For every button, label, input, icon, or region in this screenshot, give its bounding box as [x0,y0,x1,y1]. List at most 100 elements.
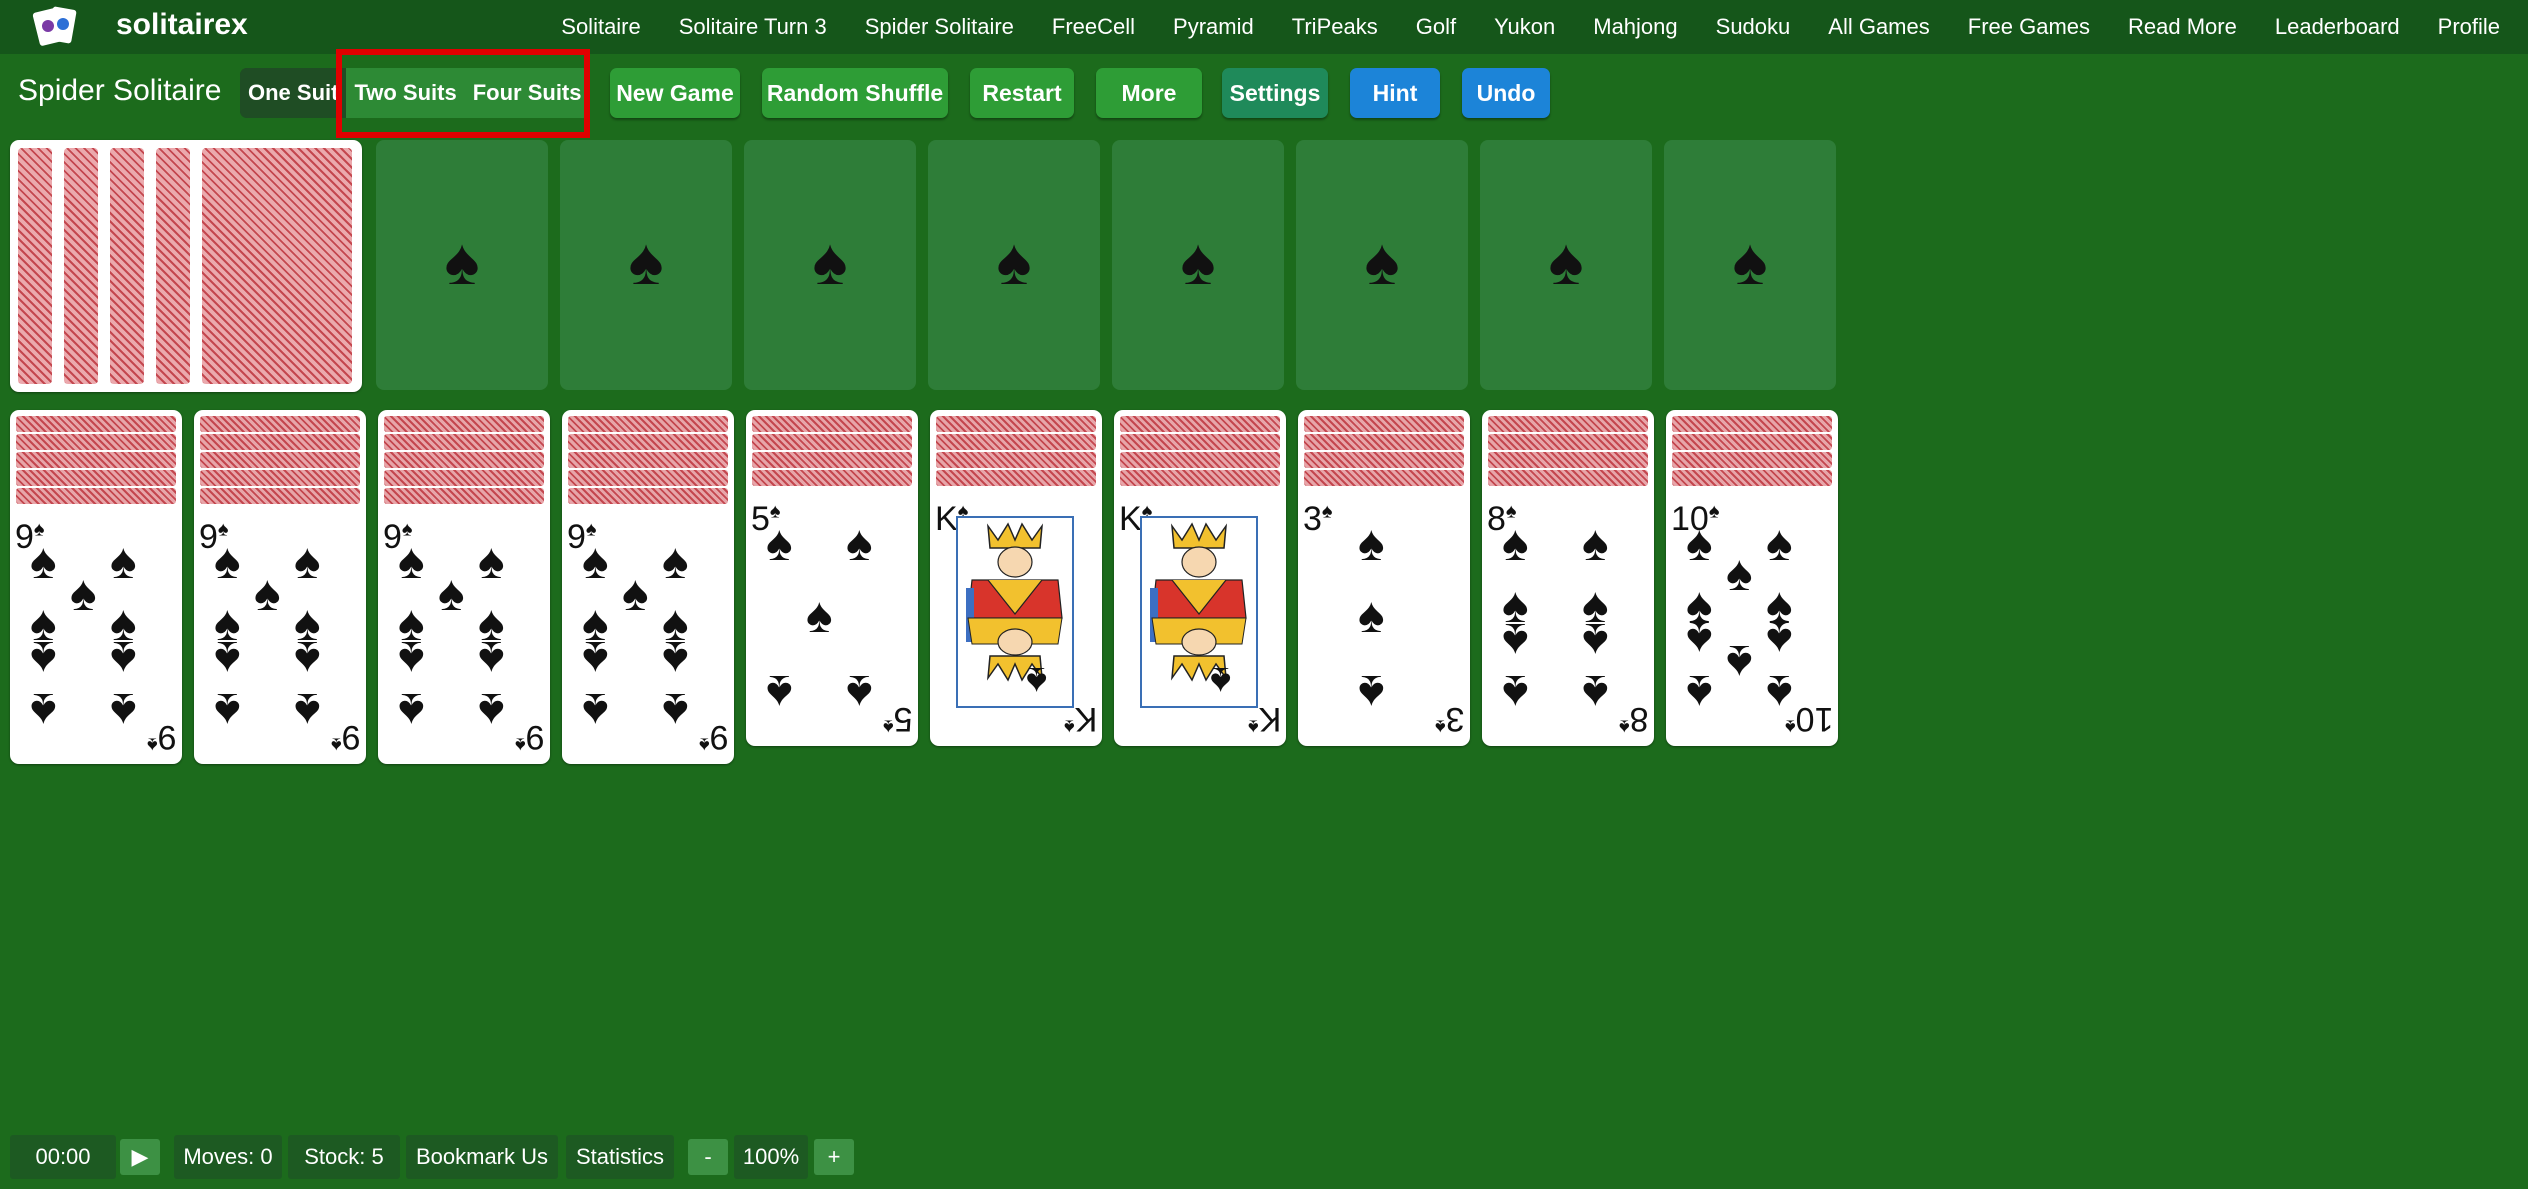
face-down-card [16,452,176,468]
spade-icon: ♠ [294,533,321,589]
nav-leaderboard[interactable]: Leaderboard [2275,14,2400,40]
spade-icon: ♠ [110,683,137,739]
face-up-card[interactable]: K♠ K♠ ♠ [930,496,1102,742]
face-down-card [16,470,176,486]
face-down-card [1672,416,1832,432]
foundation-slot[interactable]: ♠ [1664,140,1836,390]
face-down-card [1488,416,1648,432]
spade-icon: ♠ [398,683,425,739]
new-game-button[interactable]: New Game [610,68,740,118]
stock-pile[interactable] [10,140,362,392]
play-button[interactable]: ▶ [120,1139,160,1175]
tableau-column[interactable]: 9♠ 9♠ ♠ ♠ ♠ ♠ ♠ ♠ ♠ ♠ ♠ [10,410,182,764]
timer: 00:00 [10,1135,116,1179]
foundation-slot[interactable]: ♠ [1480,140,1652,390]
nav-profile[interactable]: Profile [2438,14,2500,40]
tableau-column[interactable]: 9♠ 9♠ ♠ ♠ ♠ ♠ ♠ ♠ ♠ ♠ ♠ [194,410,366,764]
tableau-column[interactable]: 8♠ 8♠ ♠ ♠ ♠ ♠ ♠ ♠ ♠ ♠ [1482,410,1654,746]
face-down-card [936,470,1096,486]
nav-links: Solitaire Solitaire Turn 3 Spider Solita… [561,0,2500,54]
face-up-card[interactable]: 8♠ 8♠ ♠ ♠ ♠ ♠ ♠ ♠ ♠ ♠ [1482,496,1654,742]
more-button[interactable]: More [1096,68,1202,118]
spade-icon: ♠ [1358,665,1385,721]
nav-golf[interactable]: Golf [1416,14,1456,40]
stock-counter: Stock: 5 [288,1135,400,1179]
nav-solitaire-turn-3[interactable]: Solitaire Turn 3 [679,14,827,40]
foundation-slot[interactable]: ♠ [744,140,916,390]
undo-button[interactable]: Undo [1462,68,1550,118]
face-down-card [384,416,544,432]
nav-tripeaks[interactable]: TriPeaks [1292,14,1378,40]
random-shuffle-button[interactable]: Random Shuffle [762,68,948,118]
spade-icon: ♠ [398,631,425,687]
page-title: Spider Solitaire [18,74,222,107]
foundation-slot[interactable]: ♠ [928,140,1100,390]
spade-icon: ♠ [438,565,465,621]
spade-icon: ♠ [398,533,425,589]
spade-icon: ♠ [1180,224,1216,298]
nav-yukon[interactable]: Yukon [1494,14,1555,40]
foundation-slot[interactable]: ♠ [1112,140,1284,390]
moves-counter: Moves: 0 [174,1135,282,1179]
hint-button[interactable]: Hint [1350,68,1440,118]
face-up-card[interactable]: K♠ K♠ ♠ [1114,496,1286,742]
tableau-column[interactable]: 9♠ 9♠ ♠ ♠ ♠ ♠ ♠ ♠ ♠ ♠ ♠ [378,410,550,764]
tableau-column[interactable]: K♠ K♠ ♠ [1114,410,1286,746]
spade-icon: ♠ [1726,545,1753,601]
face-down-card [384,434,544,450]
spade-icon: ♠ [582,631,609,687]
logo-icon[interactable] [32,4,90,50]
spade-icon: ♠ [628,224,664,298]
face-down-card [1120,416,1280,432]
nav-all-games[interactable]: All Games [1828,14,1929,40]
spade-icon: ♠ [30,631,57,687]
face-down-card [752,470,912,486]
face-down-card [1488,452,1648,468]
settings-button[interactable]: Settings [1222,68,1328,118]
face-down-card [384,470,544,486]
nav-sudoku[interactable]: Sudoku [1716,14,1791,40]
bookmark-button[interactable]: Bookmark Us [406,1135,558,1179]
face-down-card [1304,470,1464,486]
one-suit-button[interactable]: One Suit [240,68,347,118]
spade-icon: ♠ [214,631,241,687]
spade-icon: ♠ [1726,635,1753,691]
nav-freecell[interactable]: FreeCell [1052,14,1135,40]
spade-icon: ♠ [294,631,321,687]
zoom-in-button[interactable]: + [814,1139,854,1175]
tableau-column[interactable]: 9♠ 9♠ ♠ ♠ ♠ ♠ ♠ ♠ ♠ ♠ ♠ [562,410,734,764]
face-down-card [752,416,912,432]
spade-icon: ♠ [478,683,505,739]
face-up-card[interactable]: 3♠ 3♠ ♠ ♠ ♠ [1298,496,1470,742]
spade-icon: ♠ [1502,515,1529,571]
face-down-card [568,416,728,432]
foundation-slot[interactable]: ♠ [560,140,732,390]
nav-spider-solitaire[interactable]: Spider Solitaire [865,14,1014,40]
spade-icon: ♠ [662,533,689,589]
tableau-column[interactable]: 3♠ 3♠ ♠ ♠ ♠ [1298,410,1470,746]
face-up-card[interactable]: 9♠ 9♠ ♠ ♠ ♠ ♠ ♠ ♠ ♠ ♠ ♠ [562,514,734,760]
restart-button[interactable]: Restart [970,68,1074,118]
face-up-card[interactable]: 9♠ 9♠ ♠ ♠ ♠ ♠ ♠ ♠ ♠ ♠ ♠ [378,514,550,760]
face-down-card [1488,470,1648,486]
nav-pyramid[interactable]: Pyramid [1173,14,1254,40]
face-up-card[interactable]: 10♠ 10♠ ♠ ♠ ♠ ♠ ♠ ♠ ♠ ♠ ♠ ♠ [1666,496,1838,742]
card-rank-bottom: 9♠ [699,718,729,756]
spade-icon: ♠ [662,631,689,687]
nav-free-games[interactable]: Free Games [1968,14,2090,40]
foundation-slot[interactable]: ♠ [1296,140,1468,390]
brand-name[interactable]: solitairex [116,8,248,42]
statistics-button[interactable]: Statistics [566,1135,674,1179]
face-up-card[interactable]: 5♠ 5♠ ♠ ♠ ♠ ♠ ♠ [746,496,918,742]
nav-mahjong[interactable]: Mahjong [1593,14,1677,40]
tableau-column[interactable]: 5♠ 5♠ ♠ ♠ ♠ ♠ ♠ [746,410,918,746]
tableau-column[interactable]: 10♠ 10♠ ♠ ♠ ♠ ♠ ♠ ♠ ♠ ♠ ♠ ♠ [1666,410,1838,746]
nav-read-more[interactable]: Read More [2128,14,2237,40]
face-up-card[interactable]: 9♠ 9♠ ♠ ♠ ♠ ♠ ♠ ♠ ♠ ♠ ♠ [10,514,182,760]
nav-solitaire[interactable]: Solitaire [561,14,640,40]
tableau-column[interactable]: K♠ K♠ ♠ [930,410,1102,746]
foundation-slot[interactable]: ♠ [376,140,548,390]
face-down-card [1304,452,1464,468]
zoom-out-button[interactable]: - [688,1139,728,1175]
face-up-card[interactable]: 9♠ 9♠ ♠ ♠ ♠ ♠ ♠ ♠ ♠ ♠ ♠ [194,514,366,760]
